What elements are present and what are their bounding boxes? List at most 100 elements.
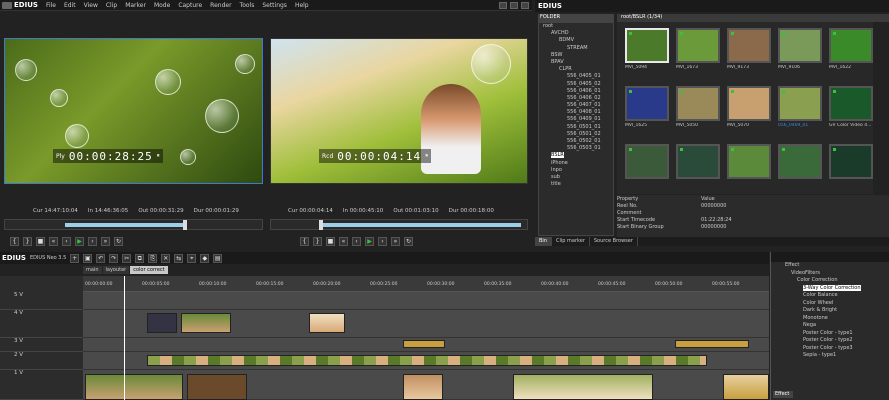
timeline-clip[interactable]: [85, 374, 183, 400]
clip-thumbnail-item[interactable]: MVI_1622: [829, 28, 873, 76]
folder-item[interactable]: AVCHD: [539, 30, 613, 37]
mark-in-button[interactable]: {: [10, 236, 19, 246]
player-scrubber[interactable]: [4, 219, 263, 230]
effect-item[interactable]: Sepia - type1: [785, 352, 889, 360]
folder-item[interactable]: 556_0405_01: [539, 73, 613, 80]
stop-button[interactable]: ■: [326, 236, 335, 246]
rewind-button[interactable]: «: [339, 236, 348, 246]
snap-button[interactable]: ⌖: [187, 253, 197, 263]
folder-item[interactable]: CLPR: [539, 66, 613, 73]
step-back-button[interactable]: ‹: [62, 236, 71, 246]
fast-forward-button[interactable]: »: [101, 236, 110, 246]
effect-item[interactable]: Poster Color - type2: [785, 337, 889, 345]
fast-forward-button[interactable]: »: [391, 236, 400, 246]
clip-thumbnail-item[interactable]: MVI_5070: [727, 86, 771, 134]
timeline-playhead[interactable]: [124, 276, 125, 400]
clip-thumbnail-item[interactable]: [829, 144, 873, 192]
scrub-handle[interactable]: [319, 220, 323, 230]
play-button[interactable]: ▶: [75, 236, 84, 246]
step-forward-button[interactable]: ›: [88, 236, 97, 246]
ripple-button[interactable]: ⇆: [174, 253, 184, 263]
timeline-clip[interactable]: [675, 340, 749, 348]
undo-button[interactable]: ↶: [96, 253, 106, 263]
effect-item[interactable]: Color Correction: [785, 277, 889, 285]
timeline-clip-strip[interactable]: [147, 355, 707, 366]
effect-item[interactable]: Color Wheel: [785, 300, 889, 308]
stop-button[interactable]: ■: [36, 236, 45, 246]
timeline-clip[interactable]: [723, 374, 769, 400]
timeline-clip[interactable]: [513, 374, 653, 400]
track-1v[interactable]: [83, 370, 769, 400]
effect-item[interactable]: Poster Color - type3: [785, 345, 889, 353]
track-4v[interactable]: [83, 310, 769, 338]
effect-item[interactable]: VideoFilters: [785, 270, 889, 278]
delete-button[interactable]: ✕: [161, 253, 171, 263]
menu-file[interactable]: File: [46, 2, 56, 9]
recorder-scrubber[interactable]: [270, 219, 528, 230]
folder-item[interactable]: BPAV: [539, 59, 613, 66]
effect-item[interactable]: Color Balance: [785, 292, 889, 300]
folder-tree[interactable]: root AVCHD BDMV STREAM BSW BPAV CLPR 556_0405_0…: [538, 22, 614, 236]
tab-layouter[interactable]: layouter: [102, 266, 130, 274]
folder-item[interactable]: 556_0406_01: [539, 88, 613, 95]
scrub-handle[interactable]: [183, 220, 187, 230]
tab-color-correct[interactable]: color correct: [130, 266, 168, 274]
tab-source-browser[interactable]: Source Browser: [590, 237, 638, 246]
save-button[interactable]: ▣: [83, 253, 93, 263]
folder-item[interactable]: BSW: [539, 52, 613, 59]
menu-mode[interactable]: Mode: [154, 2, 170, 9]
folder-item[interactable]: STREAM: [539, 45, 613, 52]
close-icon[interactable]: [521, 1, 529, 9]
clip-thumbnail-item[interactable]: [676, 144, 720, 192]
clip-thumbnail-item[interactable]: GV Color Video 4...: [829, 86, 873, 134]
minimize-icon[interactable]: [499, 1, 507, 9]
menu-capture[interactable]: Capture: [178, 2, 202, 9]
folder-item[interactable]: root: [539, 23, 613, 30]
menu-help[interactable]: Help: [295, 2, 309, 9]
track-header[interactable]: 3 V: [0, 338, 83, 352]
clip-thumbnail-item[interactable]: MVI_1673: [676, 28, 720, 76]
folder-item[interactable]: BSLR: [539, 152, 613, 159]
folder-item[interactable]: 556_0406_02: [539, 95, 613, 102]
clip-thumbnail-item[interactable]: MVI_9173: [727, 28, 771, 76]
menu-settings[interactable]: Settings: [262, 2, 287, 9]
mark-out-button[interactable]: }: [313, 236, 322, 246]
paste-button[interactable]: ⎘: [148, 253, 158, 263]
copy-button[interactable]: ⧉: [135, 253, 145, 263]
loop-button[interactable]: ↻: [404, 236, 413, 246]
timeline-clip[interactable]: [147, 313, 177, 333]
menu-edit[interactable]: Edit: [64, 2, 76, 9]
effect-tree[interactable]: Effect VideoFilters Color Correction 3-Way …: [771, 262, 889, 360]
loop-button[interactable]: ↻: [114, 236, 123, 246]
play-button[interactable]: ▶: [365, 236, 374, 246]
folder-item[interactable]: 556_0501_02: [539, 131, 613, 138]
timeline-tracks[interactable]: [83, 292, 769, 400]
render-button[interactable]: ▤: [213, 253, 223, 263]
step-forward-button[interactable]: ›: [378, 236, 387, 246]
effect-item[interactable]: 3-Way Color Correction: [785, 284, 889, 293]
timeline-clip[interactable]: [309, 313, 345, 333]
step-back-button[interactable]: ‹: [352, 236, 361, 246]
effect-item[interactable]: Dark & Bright: [785, 307, 889, 315]
effect-item[interactable]: Monotone: [785, 315, 889, 323]
mark-out-button[interactable]: }: [23, 236, 32, 246]
tab-clip-marker[interactable]: Clip marker: [552, 237, 590, 246]
folder-item[interactable]: Inpo: [539, 167, 613, 174]
clip-thumbnail-item[interactable]: [727, 144, 771, 192]
track-3v[interactable]: [83, 338, 769, 352]
tab-effect[interactable]: Effect: [773, 391, 793, 398]
player-monitor[interactable]: Ply 00:00:28:25 ⏸: [4, 38, 263, 184]
clip-thumbnail-item[interactable]: MVI_5050: [676, 86, 720, 134]
folder-item[interactable]: title: [539, 181, 613, 188]
tab-bin[interactable]: Bin: [535, 237, 552, 246]
clip-thumbnail-item[interactable]: [625, 144, 669, 192]
redo-button[interactable]: ↷: [109, 253, 119, 263]
clip-thumbnail-item[interactable]: MVI_9106: [778, 28, 822, 76]
recorder-monitor[interactable]: Rcd 00:00:04:14 ⏸: [270, 38, 528, 184]
folder-item[interactable]: iPhone: [539, 160, 613, 167]
clip-bin[interactable]: MVI_5094 MVI_1673 MVI_9173 MVI_9106 MVI_1622…: [617, 22, 873, 194]
folder-item[interactable]: 556_0501_01: [539, 124, 613, 131]
folder-item[interactable]: 556_0502_01: [539, 138, 613, 145]
clip-thumbnail-item[interactable]: MVI_5094: [625, 28, 669, 76]
marker-button[interactable]: ◆: [200, 253, 210, 263]
